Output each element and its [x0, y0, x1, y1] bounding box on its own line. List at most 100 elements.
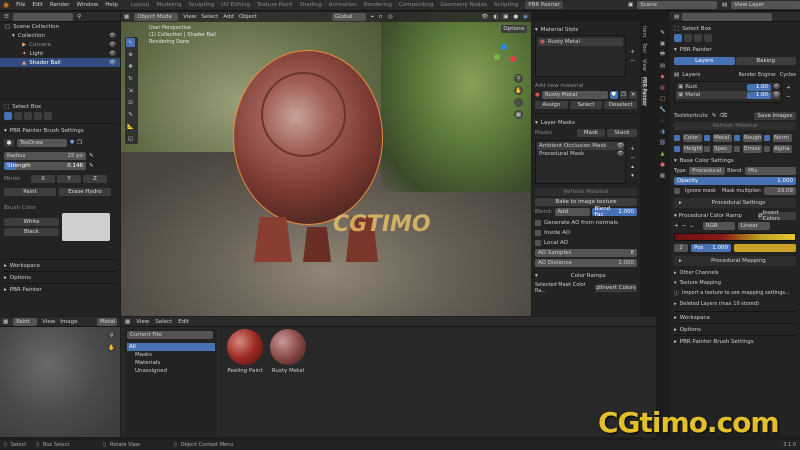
mask-button[interactable]: Mask	[577, 129, 605, 137]
options-section[interactable]: Options	[680, 327, 701, 333]
chevron-right-icon[interactable]: ▸	[4, 287, 7, 293]
snap-icon[interactable]: ⌖	[371, 14, 374, 21]
rotate-tool-icon[interactable]: ↻	[126, 74, 135, 83]
ao-samples-field[interactable]: AO Samples 8	[535, 249, 637, 257]
catalog-unassigned[interactable]: Unassigned	[127, 367, 215, 375]
outliner-search[interactable]	[12, 12, 73, 21]
render-icon[interactable]: ▣	[658, 39, 667, 48]
navigation-gizmo[interactable]	[491, 44, 517, 70]
pan-icon[interactable]: ✋	[107, 343, 116, 352]
addon-title[interactable]: PBR Painter	[680, 47, 712, 53]
spec-checkbox[interactable]	[704, 145, 710, 152]
assign-button[interactable]: Assign	[535, 101, 568, 109]
select-tool-icon[interactable]: ↖	[126, 38, 135, 47]
procedural-settings-header[interactable]: ▸ Procedural Settings	[674, 198, 796, 208]
type-dropdown[interactable]: Procedural	[689, 167, 726, 175]
mirror-x-button[interactable]: X	[31, 175, 55, 183]
other-channels-title[interactable]: Other Channels	[680, 270, 719, 276]
mirror-y-button[interactable]: Y	[57, 175, 81, 183]
tab-animation[interactable]: Animation	[329, 2, 357, 8]
material-slot-list[interactable]: ● Rusty Metal	[535, 35, 626, 77]
remove-stop-icon[interactable]: −	[682, 223, 687, 229]
blend-dropdown[interactable]: Mix	[745, 167, 796, 175]
scale-tool-icon[interactable]: ⇲	[126, 86, 135, 95]
catalog-all[interactable]: All	[127, 343, 215, 351]
asset-menu-view[interactable]: View	[136, 319, 149, 325]
scene-field[interactable]: Scene	[637, 1, 718, 9]
pan-icon[interactable]: ✋	[514, 86, 523, 95]
material-slot[interactable]: Rusty Metal	[548, 39, 580, 45]
data-icon[interactable]: ▲	[658, 149, 667, 158]
object-icon[interactable]: ▢	[658, 94, 667, 103]
rough-checkbox[interactable]	[734, 134, 740, 141]
expand-icon[interactable]: ▾	[12, 33, 15, 39]
asset-peeling-paint[interactable]: Peeling Paint	[225, 329, 265, 374]
mode-sub-icon[interactable]	[24, 112, 32, 120]
chevron-down-icon[interactable]: ▾	[674, 213, 677, 219]
channel-metal[interactable]: Metal	[713, 133, 732, 142]
chevron-right-icon[interactable]: ▸	[674, 339, 677, 345]
refresh-material-button[interactable]: Refresh Material	[674, 122, 796, 130]
tab-item[interactable]: Item	[641, 26, 647, 37]
tab-view[interactable]: View	[641, 59, 647, 71]
stop-index-field[interactable]: 2	[674, 244, 688, 252]
eye-icon[interactable]: 👁	[617, 151, 624, 157]
image-name-field[interactable]: Metal	[97, 317, 117, 326]
scene-icon[interactable]: ◆	[658, 72, 667, 81]
alpha-checkbox[interactable]	[764, 145, 770, 152]
editor-type-icon[interactable]: ▦	[124, 14, 129, 20]
refresh-material-button[interactable]: Refresh Material	[535, 188, 637, 196]
world-icon[interactable]: ◍	[658, 83, 667, 92]
viewport-menu-add[interactable]: Add	[223, 14, 234, 20]
material-icon[interactable]: ●	[658, 160, 667, 169]
modifier-icon[interactable]: 🔧	[658, 105, 667, 114]
orientation-dropdown[interactable]: Global	[331, 13, 366, 21]
mode-xor-icon[interactable]	[34, 112, 42, 120]
move-down-icon[interactable]: ▾	[628, 171, 637, 180]
duplicate-icon[interactable]: ❐	[619, 91, 628, 99]
tab-shading[interactable]: Shading	[299, 2, 321, 8]
pressure-icon[interactable]: ✎	[89, 163, 94, 169]
mode-xor-icon[interactable]	[704, 33, 712, 42]
brush-icon[interactable]: ●	[4, 139, 14, 147]
brush-settings-section[interactable]: PBR Painter Brush Settings	[680, 339, 754, 345]
pressure-icon[interactable]: ✎	[89, 153, 94, 159]
chevron-down-icon[interactable]: ▾	[674, 158, 677, 164]
image-mode-dropdown[interactable]: Paint	[13, 317, 38, 326]
eye-icon[interactable]: 👁	[109, 60, 120, 66]
tab-geometry-nodes[interactable]: Geometry Nodes	[440, 2, 486, 8]
gizmo-y-icon[interactable]	[494, 54, 500, 60]
menu-edit[interactable]: Edit	[32, 2, 43, 8]
editor-type-icon[interactable]: ▦	[125, 319, 130, 325]
layer-value[interactable]: 1.00	[747, 83, 772, 91]
outliner-collection[interactable]: Collection	[18, 33, 45, 39]
layer-name[interactable]: Rust	[685, 84, 745, 90]
tab-modeling[interactable]: Modeling	[157, 2, 182, 8]
chevron-down-icon[interactable]: ▾	[535, 273, 538, 279]
outliner-light[interactable]: Light	[30, 51, 44, 57]
catalog-materials[interactable]: Materials	[127, 359, 215, 367]
chevron-right-icon[interactable]: ▸	[674, 270, 677, 276]
move-tool-icon[interactable]: ✥	[126, 62, 135, 71]
mode-add-icon[interactable]	[684, 33, 692, 42]
cursor-tool-icon[interactable]: ⊕	[126, 50, 135, 59]
shield-icon[interactable]: ⛊	[70, 140, 74, 147]
add-stop-icon[interactable]: +	[674, 223, 679, 229]
paint-button[interactable]: Paint	[4, 188, 56, 196]
view-layer-selector[interactable]: ▤ View Layer	[722, 1, 800, 9]
remove-layer-icon[interactable]: −	[784, 92, 793, 101]
opacity-field[interactable]: Opacity 1.000	[674, 177, 796, 185]
workspace-section[interactable]: Workspace	[10, 263, 40, 269]
erase-button[interactable]: Erase Hydro	[59, 188, 111, 196]
texture-icon[interactable]: ▦	[658, 171, 667, 180]
invert-colors-button[interactable]: ⇄ Invert Colors	[595, 284, 637, 292]
properties-search[interactable]	[682, 12, 773, 21]
mirror-z-button[interactable]: Z	[83, 175, 107, 183]
deleted-layers-title[interactable]: Deleted Layers (max 10 stored)	[680, 301, 759, 307]
add-layer-icon[interactable]: +	[784, 83, 793, 92]
shading-render-icon[interactable]: ◉	[523, 14, 528, 20]
workspace-section[interactable]: Workspace	[680, 315, 710, 321]
physics-icon[interactable]: ◑	[658, 127, 667, 136]
eye-icon[interactable]: 👁	[109, 51, 120, 57]
catalog-masks[interactable]: Masks	[127, 351, 215, 359]
